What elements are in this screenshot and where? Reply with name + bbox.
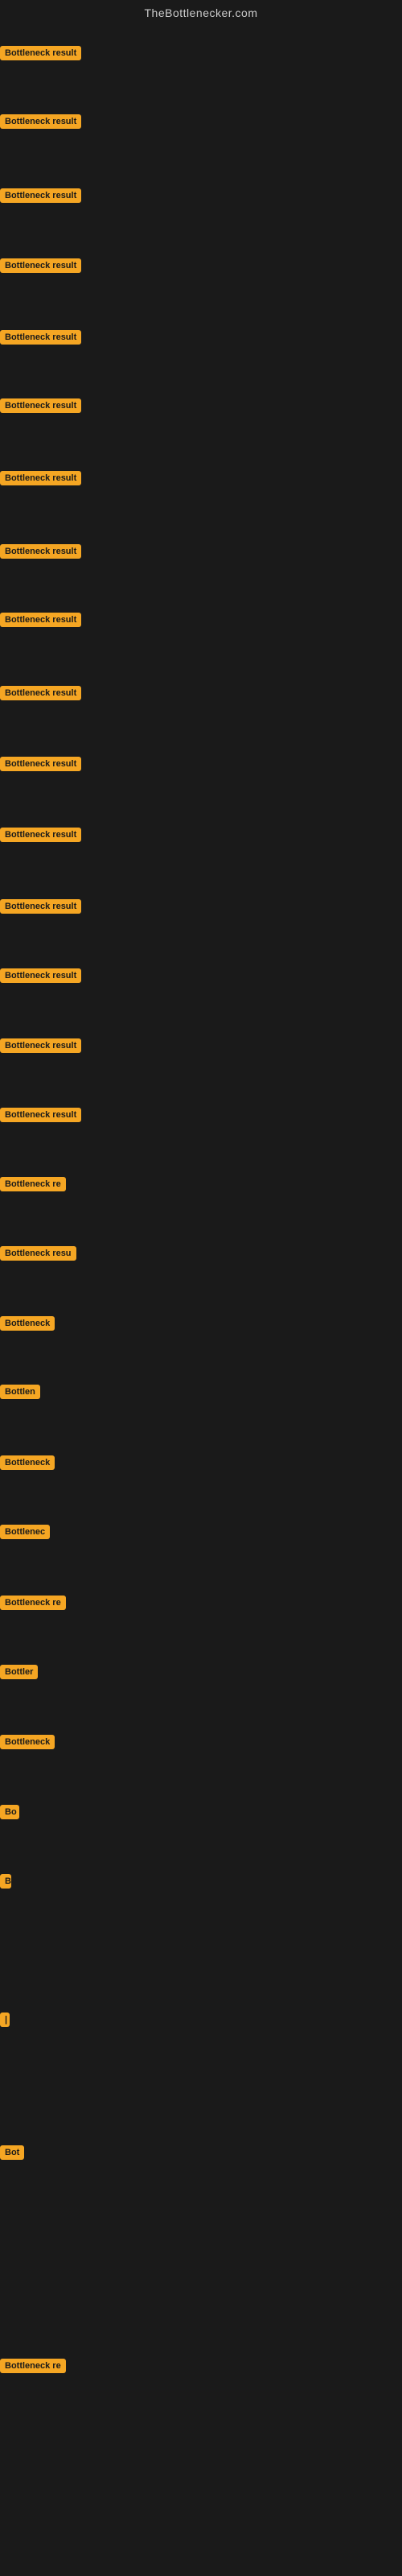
- bottleneck-item: Bottleneck result: [0, 330, 81, 345]
- bottleneck-item: |: [0, 2013, 10, 2027]
- bottleneck-item: Bottleneck: [0, 1455, 55, 1470]
- bottleneck-item: Bottleneck result: [0, 398, 81, 413]
- bottleneck-badge: Bottleneck result: [0, 46, 81, 60]
- bottleneck-badge: Bottleneck resu: [0, 1246, 76, 1261]
- bottleneck-item: Bot: [0, 2145, 24, 2160]
- bottleneck-item: Bottler: [0, 1665, 38, 1679]
- bottleneck-item: Bottleneck result: [0, 1038, 81, 1053]
- bottleneck-badge: Bottleneck result: [0, 686, 81, 700]
- bottleneck-item: Bottleneck resu: [0, 1246, 76, 1261]
- bottleneck-badge: Bo: [0, 1805, 19, 1819]
- page-title: TheBottlenecker.com: [0, 0, 402, 23]
- bottleneck-badge: Bottleneck result: [0, 1108, 81, 1122]
- bottleneck-badge: Bottleneck: [0, 1455, 55, 1470]
- bottleneck-item: Bottleneck result: [0, 258, 81, 273]
- bottleneck-badge: Bottleneck result: [0, 544, 81, 559]
- bottleneck-badge: B: [0, 1874, 11, 1889]
- bottleneck-badge: Bottleneck result: [0, 114, 81, 129]
- bottleneck-badge: Bottleneck result: [0, 471, 81, 485]
- bottleneck-badge: Bottlen: [0, 1385, 40, 1399]
- bottleneck-badge: Bottleneck result: [0, 330, 81, 345]
- bottleneck-item: Bottleneck result: [0, 757, 81, 771]
- bottleneck-item: Bottleneck: [0, 1735, 55, 1749]
- bottleneck-badge: Bottleneck: [0, 1316, 55, 1331]
- bottleneck-badge: Bottleneck result: [0, 968, 81, 983]
- bottleneck-item: Bottleneck result: [0, 686, 81, 700]
- bottleneck-badge: Bot: [0, 2145, 24, 2160]
- bottleneck-badge: Bottleneck result: [0, 258, 81, 273]
- bottleneck-badge: |: [0, 2013, 10, 2027]
- bottleneck-item: Bottleneck result: [0, 1108, 81, 1122]
- bottleneck-item: B: [0, 1874, 11, 1889]
- bottleneck-badge: Bottleneck result: [0, 1038, 81, 1053]
- bottleneck-badge: Bottleneck re: [0, 2359, 66, 2373]
- bottleneck-badge: Bottlenec: [0, 1525, 50, 1539]
- bottleneck-item: Bottleneck re: [0, 2359, 66, 2373]
- bottleneck-item: Bottleneck: [0, 1316, 55, 1331]
- bottleneck-badge: Bottleneck result: [0, 757, 81, 771]
- bottleneck-badge: Bottleneck result: [0, 828, 81, 842]
- bottleneck-item: Bottleneck re: [0, 1596, 66, 1610]
- bottleneck-item: Bottleneck result: [0, 613, 81, 627]
- bottleneck-badge: Bottleneck re: [0, 1177, 66, 1191]
- bottleneck-item: Bottlen: [0, 1385, 40, 1399]
- bottleneck-item: Bottleneck result: [0, 471, 81, 485]
- bottleneck-item: Bottleneck result: [0, 828, 81, 842]
- bottleneck-badge: Bottleneck re: [0, 1596, 66, 1610]
- bottleneck-badge: Bottleneck result: [0, 398, 81, 413]
- bottleneck-item: Bottleneck result: [0, 114, 81, 129]
- bottleneck-item: Bottleneck re: [0, 1177, 66, 1191]
- bottleneck-item: Bottleneck result: [0, 46, 81, 60]
- bottleneck-badge: Bottler: [0, 1665, 38, 1679]
- bottleneck-item: Bottleneck result: [0, 899, 81, 914]
- bottleneck-item: Bo: [0, 1805, 19, 1819]
- bottleneck-item: Bottleneck result: [0, 968, 81, 983]
- bottleneck-item: Bottleneck result: [0, 188, 81, 203]
- bottleneck-badge: Bottleneck: [0, 1735, 55, 1749]
- bottleneck-item: Bottleneck result: [0, 544, 81, 559]
- bottleneck-badge: Bottleneck result: [0, 613, 81, 627]
- bottleneck-badge: Bottleneck result: [0, 188, 81, 203]
- bottleneck-item: Bottlenec: [0, 1525, 50, 1539]
- bottleneck-badge: Bottleneck result: [0, 899, 81, 914]
